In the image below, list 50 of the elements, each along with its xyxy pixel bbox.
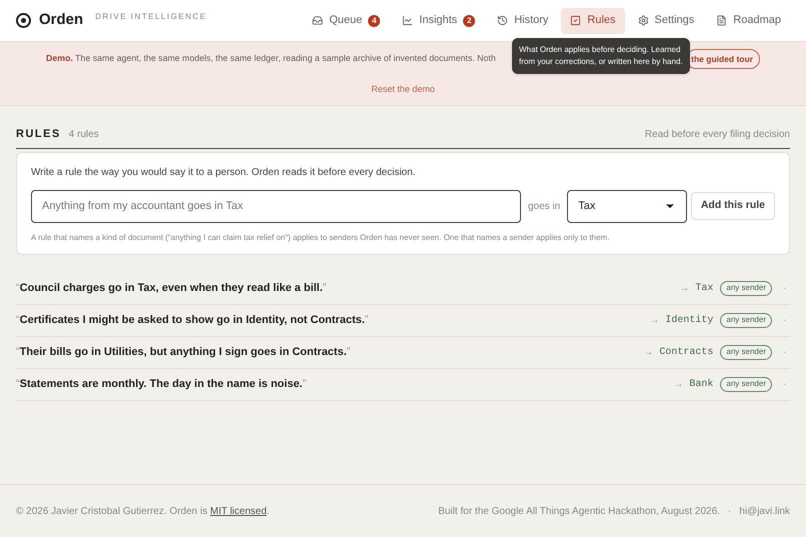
inbox-icon xyxy=(312,15,324,26)
document-icon xyxy=(716,15,728,26)
composer-intro: Write a rule the way you would say it to a person. Orden reads it before every decision. xyxy=(31,166,416,180)
brand-tagline: DRIVE INTELLIGENCE xyxy=(95,11,207,23)
arrow-text: → xyxy=(679,282,690,296)
folder-name: Bank xyxy=(689,378,714,392)
rule-text: “Certificates I might be asked to show go in Identity, not Contracts.” xyxy=(16,312,368,328)
rule-count: 4 rules xyxy=(68,128,99,142)
nav-tab[interactable]: Insights 2 xyxy=(393,8,484,34)
nav-tab[interactable]: Queue 4 xyxy=(303,8,390,34)
nav-tab[interactable]: Settings xyxy=(628,8,704,34)
folder-name: Contracts xyxy=(659,346,714,360)
scope-tag: any sender xyxy=(720,312,772,328)
hackathon-text: Built for the Google All Things Agentic Hackathon, August 2026. xyxy=(438,504,720,518)
reset-demo-link[interactable]: Reset the demo xyxy=(371,83,435,96)
tooltip: What Orden applies before deciding. Learned from your corrections, or written here by hand. xyxy=(512,38,690,74)
section-title: RULES xyxy=(16,127,61,142)
count-badge: 2 xyxy=(463,14,476,26)
copyright-text: © 2026 Javier Cristobal Gutierrez. Orden is MIT licensed. xyxy=(16,504,270,518)
arrow-text: → xyxy=(643,346,654,360)
arrow-text: → xyxy=(673,378,684,392)
nav-tab[interactable]: Roadmap xyxy=(707,8,790,34)
brand-name: Orden xyxy=(39,10,84,30)
logo-icon xyxy=(16,13,31,28)
rule-text: “Statements are monthly. The day in the name is noise.” xyxy=(16,376,306,392)
composer-hint: A rule that names a kind of document ("anything I can claim tax relief on") applies to senders Orden has never seen. One that names a sender applies only to them. xyxy=(31,232,610,244)
rule-text: “Council charges go in Tax, even when they read like a bill.” xyxy=(16,280,326,296)
folder-name: Tax xyxy=(695,282,714,296)
scope-tag: any sender xyxy=(720,376,772,392)
license-link[interactable]: MIT licensed xyxy=(210,506,267,516)
rule-input-field[interactable]: Anything from my accountant goes in Tax xyxy=(31,190,521,222)
folder-name: Identity xyxy=(665,314,714,328)
scope-tag: any sender xyxy=(720,280,772,296)
history-icon xyxy=(497,15,508,26)
rule-text: “Their bills go in Utilities, but anything I sign goes in Contracts.” xyxy=(16,344,350,360)
nav-tab[interactable]: Rules xyxy=(561,8,625,34)
count-badge: 4 xyxy=(368,14,380,26)
nav-tab[interactable]: History xyxy=(488,8,558,34)
separator-dot: · xyxy=(728,504,732,518)
banner-text: Demo. The same agent, the same models, the same ledger, reading a sample archive of invented documents. Noth xyxy=(46,52,496,66)
chart-icon xyxy=(402,15,414,26)
email-link[interactable]: hi@javi.link xyxy=(739,504,790,518)
scope-tag: any sender xyxy=(720,344,772,360)
category-select[interactable]: Tax xyxy=(567,190,688,222)
arrow-text: → xyxy=(649,314,660,328)
goes-in-label: goes in xyxy=(528,200,560,214)
add-rule-button[interactable]: Add this rule xyxy=(690,192,775,220)
section-note: Read before every filing decision xyxy=(644,128,790,142)
settings-icon xyxy=(638,15,649,26)
checkbox-icon xyxy=(570,15,582,26)
